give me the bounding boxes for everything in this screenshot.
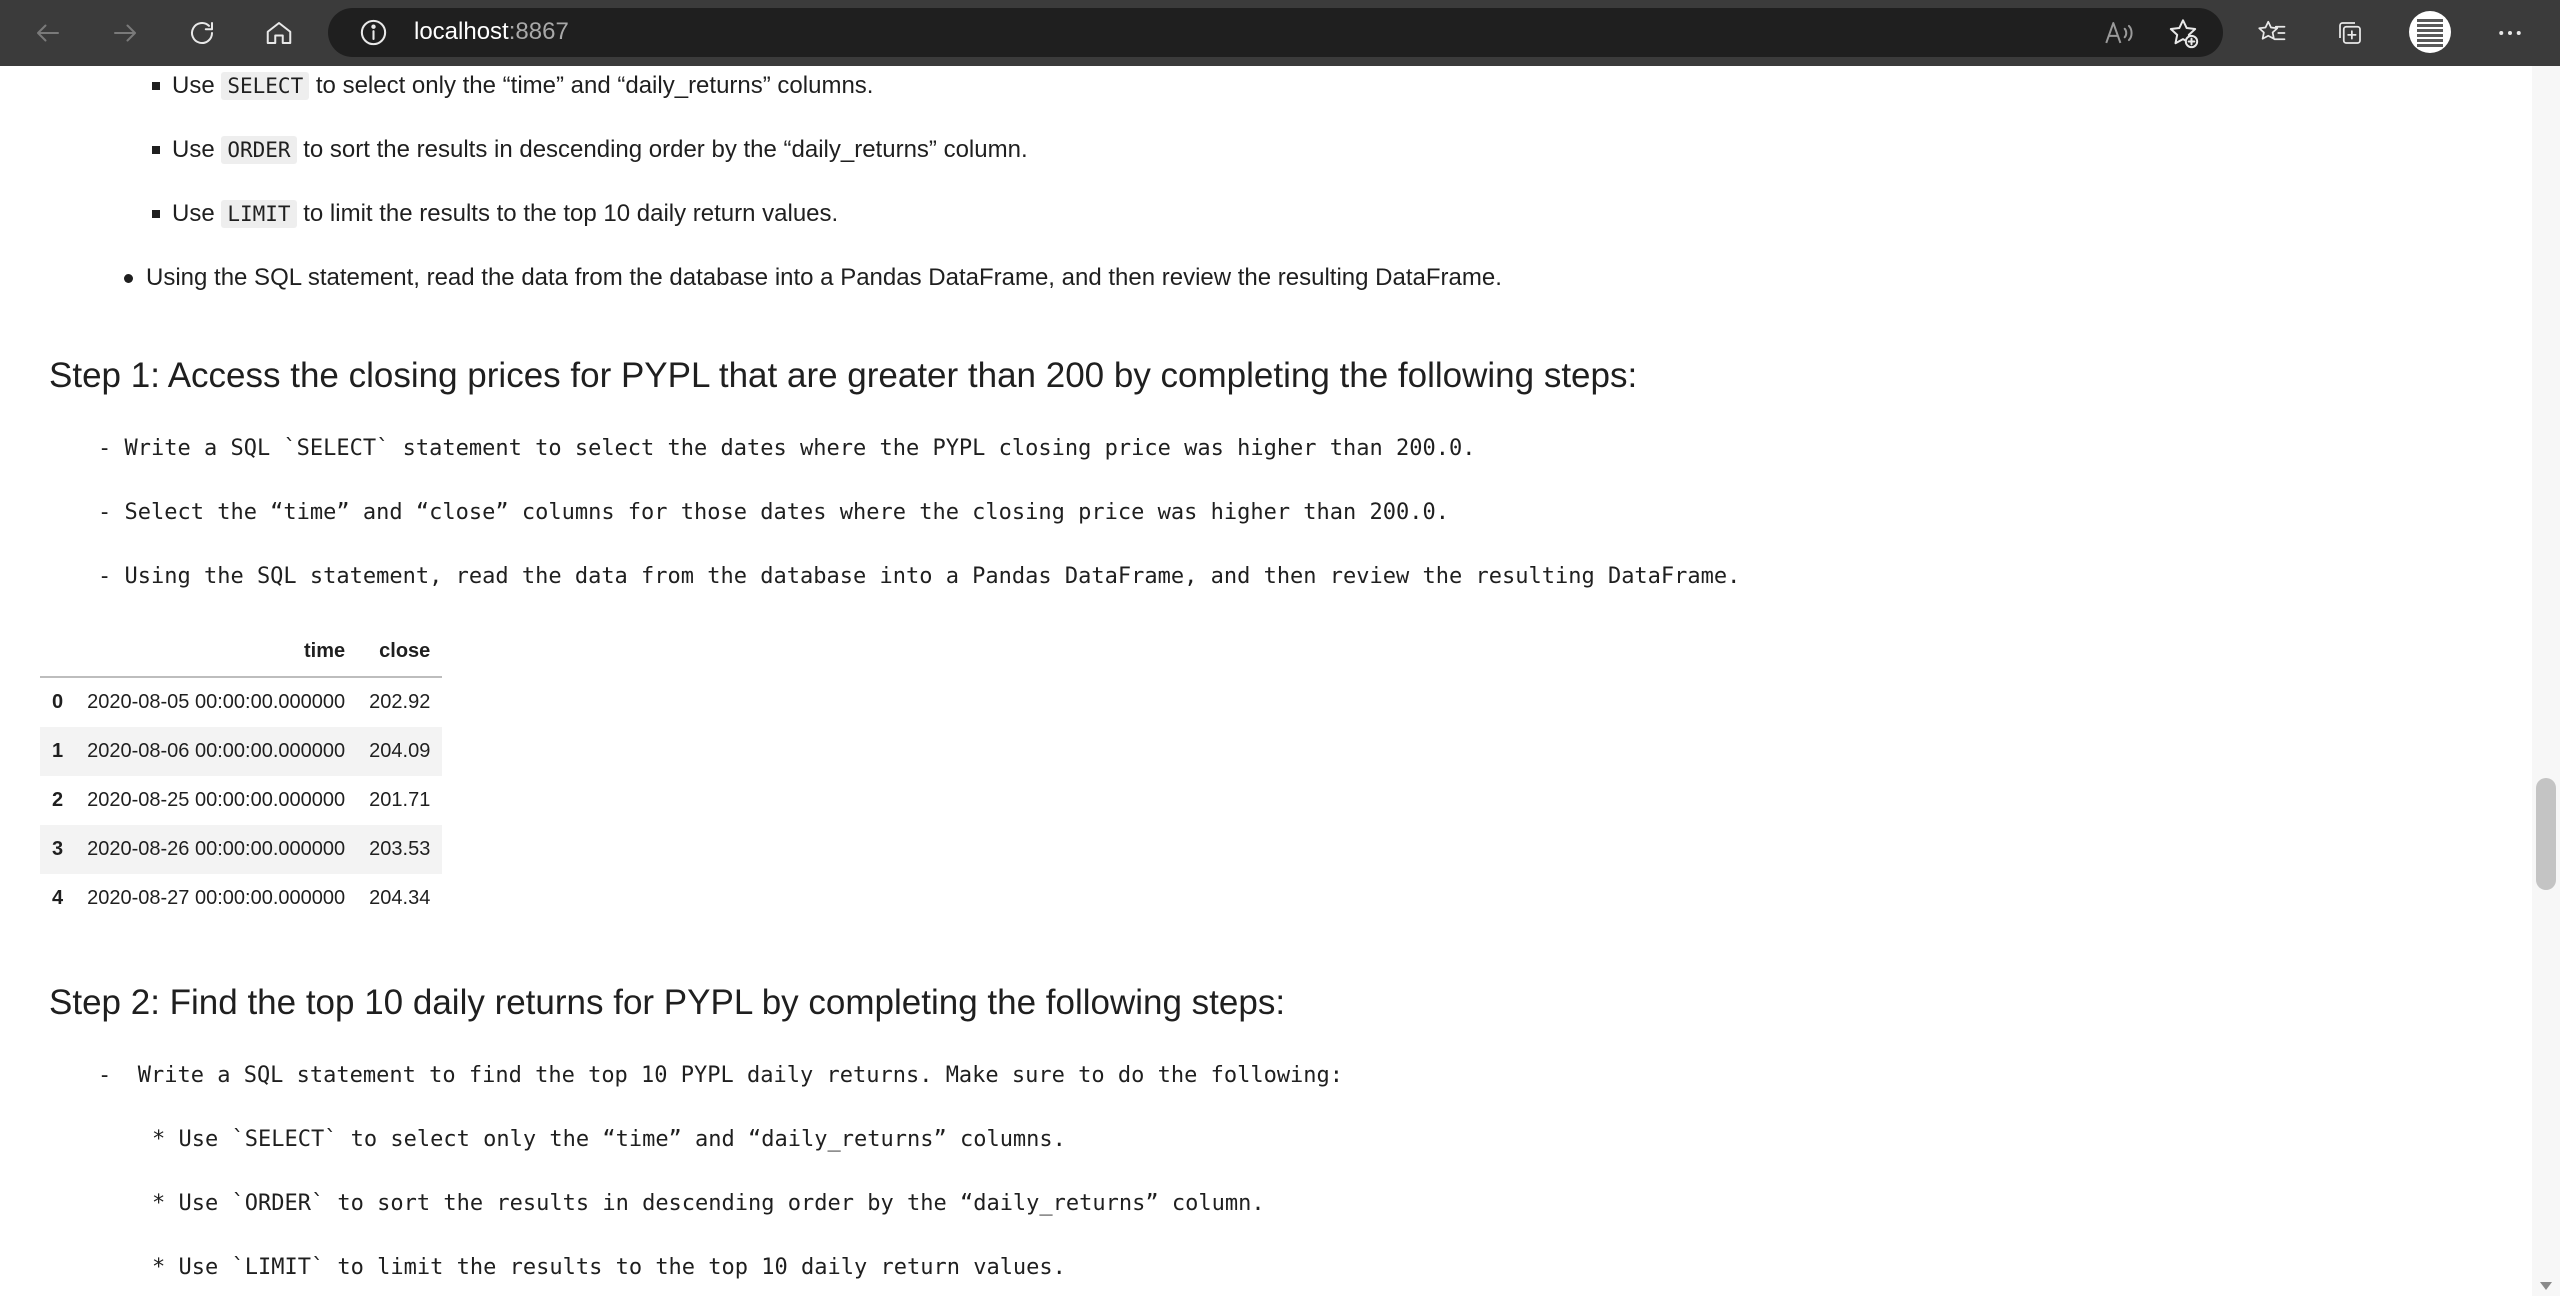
favorites-button[interactable] [2248,9,2296,57]
close-cell: 204.34 [369,887,431,909]
list-item-text: to limit the results to the top 10 daily… [296,200,839,227]
vertical-scrollbar[interactable] [2532,66,2560,1296]
read-aloud-icon[interactable] [2102,16,2136,50]
row-index: 4 [52,887,64,909]
back-button[interactable] [24,9,72,57]
table-row: 1 2020-08-06 00:00:00.000000 204.09 [40,727,443,776]
column-header: time [75,626,358,678]
list-item-text: to sort the results in descending order … [296,136,1028,163]
step2-line: - Write a SQL statement to find the top … [98,1063,1344,1088]
close-cell: 202.92 [369,691,431,713]
url-port: :8867 [508,18,569,45]
collections-button[interactable] [2326,9,2374,57]
list-item-text: Use [172,136,222,163]
list-item: Use ORDER to sort the results in descend… [152,134,1028,166]
bullet-item: Using the SQL statement, read the data f… [124,262,1502,294]
step2-line: * Use `SELECT` to select only the “time”… [152,1127,1066,1152]
refresh-icon [191,22,213,45]
time-cell: 2020-08-26 00:00:00.000000 [87,838,346,860]
scroll-down-arrow-icon[interactable] [2540,1282,2552,1290]
avatar-image [2417,17,2443,47]
close-cell: 201.71 [369,789,431,811]
add-favorite-icon[interactable] [2166,16,2200,50]
inline-code: SELECT [221,72,310,100]
column-header: close [357,626,443,678]
time-cell: 2020-08-06 00:00:00.000000 [87,740,346,762]
table-header-row: time close [40,626,443,678]
time-cell: 2020-08-25 00:00:00.000000 [87,789,346,811]
inline-code: ORDER [221,136,297,164]
refresh-button[interactable] [178,9,226,57]
list-item-text: Use [172,200,222,227]
time-cell: 2020-08-27 00:00:00.000000 [87,887,346,909]
time-cell: 2020-08-05 00:00:00.000000 [87,691,346,713]
index-header [40,626,76,678]
list-item-text: Use [172,72,222,99]
url-text: localhost:8867 [414,18,569,46]
row-index: 1 [52,740,64,762]
inline-code: LIMIT [221,200,297,228]
scrollbar-thumb[interactable] [2536,778,2556,890]
settings-more-button[interactable] [2486,9,2534,57]
step2-line: * Use `ORDER` to sort the results in des… [152,1191,1265,1216]
table-row: 2 2020-08-25 00:00:00.000000 201.71 [40,776,442,825]
list-item: Use LIMIT to limit the results to the to… [151,198,839,230]
row-index: 0 [52,691,64,713]
close-cell: 204.09 [369,740,431,762]
step1-line: - Write a SQL `SELECT` statement to sele… [98,436,1476,461]
back-arrow-icon [37,24,59,42]
profile-avatar[interactable] [2409,11,2451,53]
collections-icon [2339,22,2361,44]
dataframe-table: time close 0 2020-08-05 00:00:00.000000 … [40,626,443,923]
favorites-icon [2258,20,2286,41]
home-button[interactable] [255,9,303,57]
browser-toolbar: localhost:8867 [0,0,2560,66]
table-row: 3 2020-08-26 00:00:00.000000 203.53 [40,825,443,874]
row-index: 3 [52,838,64,860]
more-options-icon [2499,31,2521,35]
list-item-text: to select only the “time” and “daily_ret… [309,72,874,99]
step2-heading: Step 2: Find the top 10 daily returns fo… [49,983,1286,1022]
site-info-icon[interactable] [358,17,389,48]
table-row: 4 2020-08-27 00:00:00.000000 204.34 [40,874,442,923]
step1-line: - Using the SQL statement, read the data… [98,564,1741,589]
table-row: 0 2020-08-05 00:00:00.000000 202.92 [40,677,442,727]
home-icon [266,22,292,44]
row-index: 2 [52,789,64,811]
step2-line: * Use `LIMIT` to limit the results to th… [152,1255,1066,1280]
address-bar[interactable]: localhost:8867 [328,8,2223,57]
url-host: localhost [414,18,509,45]
forward-arrow-icon [114,24,136,42]
close-cell: 203.53 [369,838,431,860]
notebook-content: Use SELECT to select only the “time” and… [0,66,2532,1296]
list-item: Use SELECT to select only the “time” and… [151,70,874,102]
step1-heading: Step 1: Access the closing prices for PY… [49,356,1638,395]
step1-line: - Select the “time” and “close” columns … [98,500,1450,525]
forward-button[interactable] [101,9,149,57]
